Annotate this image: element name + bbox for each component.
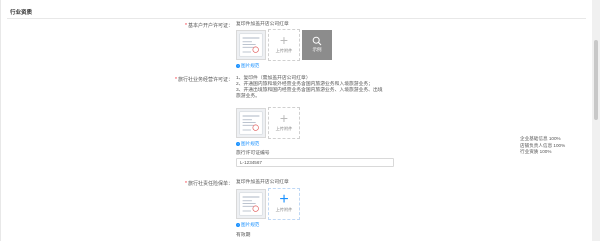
plus-icon: +: [279, 191, 289, 208]
plus-icon: +: [279, 110, 289, 126]
section-title: 行业资质: [10, 10, 33, 16]
travel-permit-upload-button[interactable]: + 上传附件: [268, 107, 300, 139]
opening-permit-spec-link[interactable]: ! 图片规范: [236, 63, 259, 69]
opening-permit-example-button[interactable]: 示例: [302, 30, 332, 60]
scrollbar[interactable]: [592, 0, 600, 241]
scrollbar-thumb[interactable]: [594, 40, 598, 120]
opening-permit-upload-button[interactable]: + 上传附件: [268, 29, 300, 61]
travel-permit-label: *旅行社业务经营许可证：: [175, 77, 233, 83]
travel-permit-desc-line: 旅游业务。: [236, 94, 260, 99]
form-panel: 行业资质 *基本户开户许可证： 复印件加盖开店公司红章 + 上传附件 示例 ! 图…: [0, 0, 592, 241]
liability-policy-upload-button[interactable]: + 上传附件: [268, 188, 300, 220]
progress-item: 行业资质 100%: [520, 149, 552, 155]
search-icon: [312, 36, 322, 46]
progress-item: 企业基础信息 100%: [520, 136, 561, 141]
opening-permit-desc: 复印件加盖开店公司红章: [236, 22, 289, 27]
plus-icon: +: [279, 32, 289, 48]
document-thumbnail: [237, 109, 265, 137]
document-thumbnail: [237, 190, 265, 218]
progress-summary: 企业基础信息 100% 店铺负责人信息 100% 行业资质 100%: [520, 136, 565, 156]
travel-permit-desc: 1、复印件（需加盖开店公司红章） 2、开通国内旅和境外经营业务含国内旅游业务和入…: [236, 76, 396, 100]
opening-permit-label: *基本户开户许可证：: [185, 23, 233, 29]
travel-permit-number-label: 旅行许可证编号: [236, 151, 270, 156]
liability-policy-spec-link[interactable]: ! 图片规范: [236, 222, 259, 228]
liability-policy-valid-label: 有效期: [236, 233, 251, 238]
info-icon: !: [236, 141, 240, 146]
travel-permit-desc-line: 3、开通出境旅和国内经营业务含国内旅游业务、入境旅游业务、出境: [236, 88, 383, 93]
liability-policy-label: *旅行社责任险保单：: [185, 181, 233, 187]
travel-permit-thumbnail[interactable]: [236, 108, 266, 138]
travel-permit-number-input[interactable]: [236, 158, 394, 167]
liability-policy-thumbnail[interactable]: [236, 189, 266, 219]
opening-permit-thumbnail[interactable]: [236, 30, 266, 60]
divider: [7, 18, 586, 19]
travel-permit-spec-link[interactable]: ! 图片规范: [236, 141, 259, 147]
info-icon: !: [236, 63, 240, 68]
document-thumbnail: [237, 31, 265, 59]
liability-policy-desc: 复印件加盖开店公司红章: [236, 180, 289, 185]
info-icon: !: [236, 222, 240, 227]
